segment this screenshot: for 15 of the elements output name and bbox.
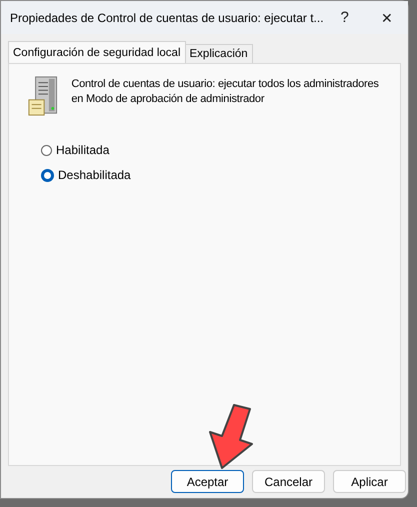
dialog-button[interactable]: Aceptar — [171, 470, 244, 493]
help-button[interactable]: ? — [324, 2, 366, 34]
close-button[interactable]: ✕ — [366, 2, 408, 34]
radio-button[interactable] — [41, 168, 54, 182]
option-label: Habilitada — [56, 143, 110, 157]
radio-option[interactable]: Habilitada — [41, 143, 386, 157]
option-label: Deshabilitada — [58, 168, 131, 182]
window-title: Propiedades de Control de cuentas de usuario: ejecutar t... — [10, 10, 324, 24]
dialog-button[interactable]: Aplicar — [333, 470, 406, 493]
tab[interactable]: Configuración de seguridad local — [8, 41, 186, 63]
policy-description: Control de cuentas de usuario: ejecutar todos los administradores en Modo de aprobación de administrador — [71, 77, 380, 107]
dialog-button[interactable]: Cancelar — [252, 470, 325, 493]
tab[interactable]: Explicación — [184, 44, 253, 63]
radio-option[interactable]: Deshabilitada — [41, 168, 386, 182]
radio-button[interactable] — [41, 144, 52, 156]
